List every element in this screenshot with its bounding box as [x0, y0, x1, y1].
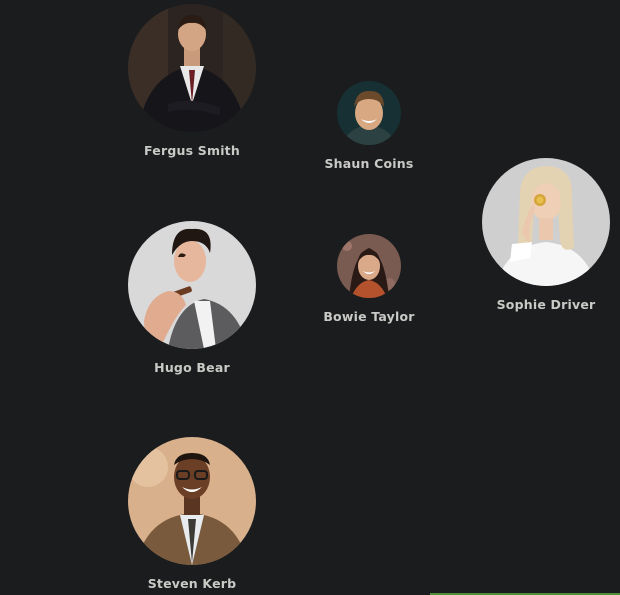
person-card-steven-kerb[interactable]: Steven Kerb: [128, 437, 256, 591]
portrait-smiling-man-icon: [337, 81, 401, 145]
portrait-man-glasses-icon: [128, 437, 256, 565]
person-name[interactable]: Fergus Smith: [128, 143, 256, 158]
portrait-smiling-woman-icon: [337, 234, 401, 298]
person-card-shaun-coins[interactable]: Shaun Coins: [314, 81, 424, 171]
portrait-man-cigar-icon: [128, 221, 256, 349]
person-card-bowie-taylor[interactable]: Bowie Taylor: [314, 234, 424, 324]
person-name[interactable]: Shaun Coins: [314, 156, 424, 171]
avatar-photo[interactable]: [482, 158, 610, 286]
person-name[interactable]: Steven Kerb: [128, 576, 256, 591]
avatar-photo[interactable]: [128, 4, 256, 132]
person-card-fergus-smith[interactable]: Fergus Smith: [128, 4, 256, 158]
person-card-hugo-bear[interactable]: Hugo Bear: [128, 221, 256, 375]
avatar-photo[interactable]: [337, 234, 401, 298]
person-name[interactable]: Hugo Bear: [128, 360, 256, 375]
portrait-man-suit-icon: [128, 4, 256, 132]
person-name[interactable]: Sophie Driver: [482, 297, 610, 312]
portrait-woman-coin-icon: [482, 158, 610, 286]
avatar-photo[interactable]: [128, 221, 256, 349]
avatar-photo[interactable]: [337, 81, 401, 145]
person-card-sophie-driver[interactable]: Sophie Driver: [482, 158, 610, 312]
avatar-photo[interactable]: [128, 437, 256, 565]
person-name[interactable]: Bowie Taylor: [314, 309, 424, 324]
